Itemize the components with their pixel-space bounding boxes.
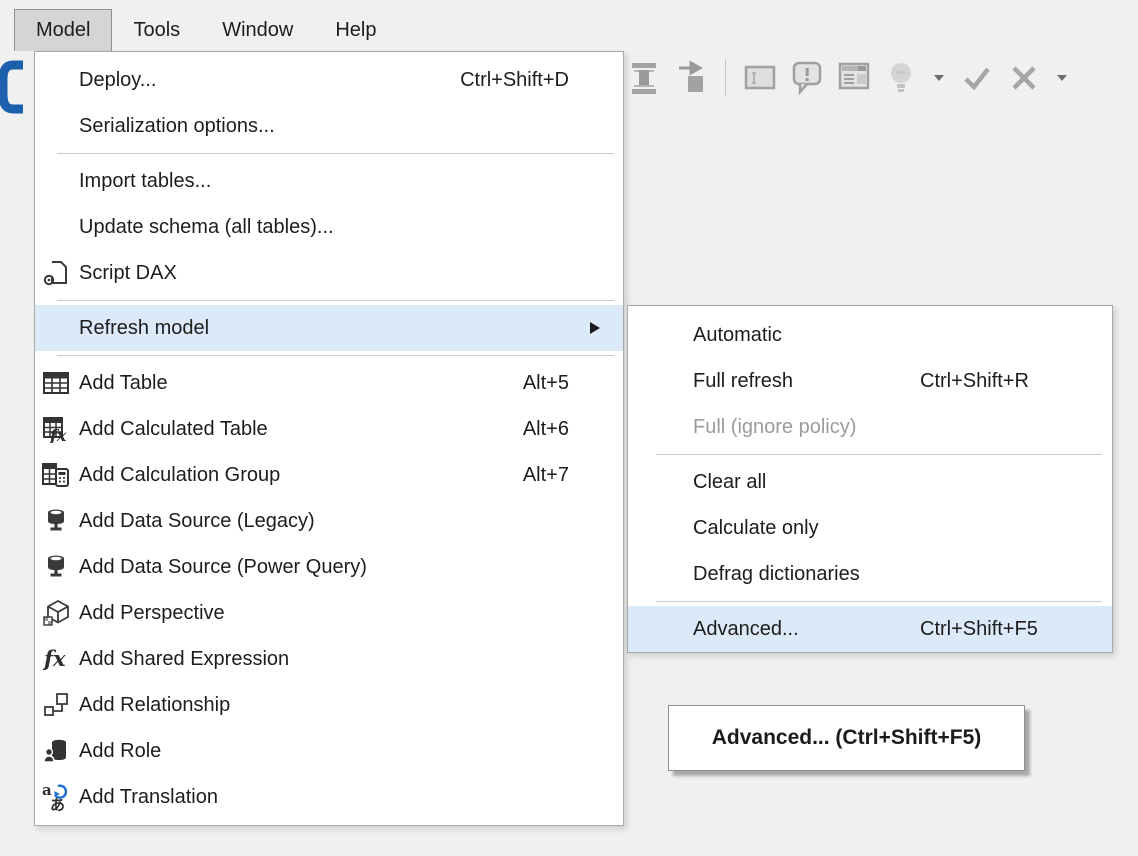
menu-item-add-data-source-power-query[interactable]: Add Data Source (Power Query) [35,544,623,590]
menu-separator [628,450,1112,459]
menu-separator [35,149,623,158]
menu-bar: Model Tools Window Help [0,0,1138,51]
menu-item-refresh-model[interactable]: Refresh model [35,305,623,351]
menu-separator [628,597,1112,606]
menu-item-add-perspective[interactable]: Add Perspective [35,590,623,636]
submenu-item-automatic[interactable]: Automatic [628,312,1112,358]
submenu-item-full-refresh[interactable]: Full refresh Ctrl+Shift+R [628,358,1112,404]
menu-item-add-translation[interactable]: a あ Add Translation [35,774,623,820]
menu-item-add-table[interactable]: Add Table Alt+5 [35,360,623,406]
script-dax-icon [41,258,71,288]
calculation-group-icon [41,460,71,490]
menu-item-add-calculation-group[interactable]: Add Calculation Group Alt+7 [35,452,623,498]
role-icon [41,736,71,766]
relationship-icon [41,690,71,720]
refresh-model-submenu: Automatic Full refresh Ctrl+Shift+R Full… [627,305,1113,653]
fx-icon: fx [41,644,71,674]
svg-text:fx: fx [49,426,67,443]
check-icon[interactable] [961,59,993,97]
toolbar [628,56,1069,100]
dropdown-arrow-icon[interactable] [934,75,944,81]
menu-item-add-role[interactable]: Add Role [35,728,623,774]
tooltip-advanced: Advanced... (Ctrl+Shift+F5) [668,705,1025,771]
table-icon [41,368,71,398]
properties-window-icon[interactable] [838,59,870,97]
submenu-arrow-icon [590,322,600,334]
menu-item-serialization-options[interactable]: Serialization options... [35,103,623,149]
menu-item-deploy[interactable]: Deploy... Ctrl+Shift+D [35,57,623,103]
menu-item-add-relationship[interactable]: Add Relationship [35,682,623,728]
perspective-cube-icon [41,598,71,628]
tooltip-text: Advanced... (Ctrl+Shift+F5) [712,726,982,750]
submenu-item-calculate-only[interactable]: Calculate only [628,505,1112,551]
lightbulb-icon[interactable] [885,59,917,97]
textbox-icon[interactable] [744,59,776,97]
data-source-icon [41,506,71,536]
close-x-icon[interactable] [1008,59,1040,97]
partial-refresh-icon [0,58,24,116]
svg-text:あ: あ [50,796,65,812]
menu-item-add-data-source-legacy[interactable]: Add Data Source (Legacy) [35,498,623,544]
menu-separator [35,296,623,305]
menu-tools[interactable]: Tools [112,9,201,51]
column-marker-icon[interactable] [628,59,660,97]
menu-window[interactable]: Window [201,9,314,51]
menu-item-add-shared-expression[interactable]: fx Add Shared Expression [35,636,623,682]
menu-item-script-dax[interactable]: Script DAX [35,250,623,296]
model-menu: Deploy... Ctrl+Shift+D Serialization opt… [34,51,624,826]
menu-model[interactable]: Model [14,9,112,51]
translation-icon: a あ [41,782,71,812]
submenu-item-full-ignore-policy: Full (ignore policy) [628,404,1112,450]
menu-item-update-schema[interactable]: Update schema (all tables)... [35,204,623,250]
calculated-table-icon: fx [41,414,71,444]
menu-item-import-tables[interactable]: Import tables... [35,158,623,204]
menu-item-add-calculated-table[interactable]: fx Add Calculated Table Alt+6 [35,406,623,452]
comment-warning-icon[interactable] [791,59,823,97]
dropdown-arrow-icon[interactable] [1057,75,1067,81]
svg-text:fx: fx [42,646,66,671]
submenu-item-clear-all[interactable]: Clear all [628,459,1112,505]
paste-append-icon[interactable] [675,59,707,97]
toolbar-separator [725,59,726,97]
menu-separator [35,351,623,360]
submenu-item-defrag-dictionaries[interactable]: Defrag dictionaries [628,551,1112,597]
menu-help[interactable]: Help [314,9,397,51]
app-window: Model Tools Window Help [0,0,1138,856]
submenu-item-advanced[interactable]: Advanced... Ctrl+Shift+F5 [628,606,1112,652]
data-source-icon [41,552,71,582]
